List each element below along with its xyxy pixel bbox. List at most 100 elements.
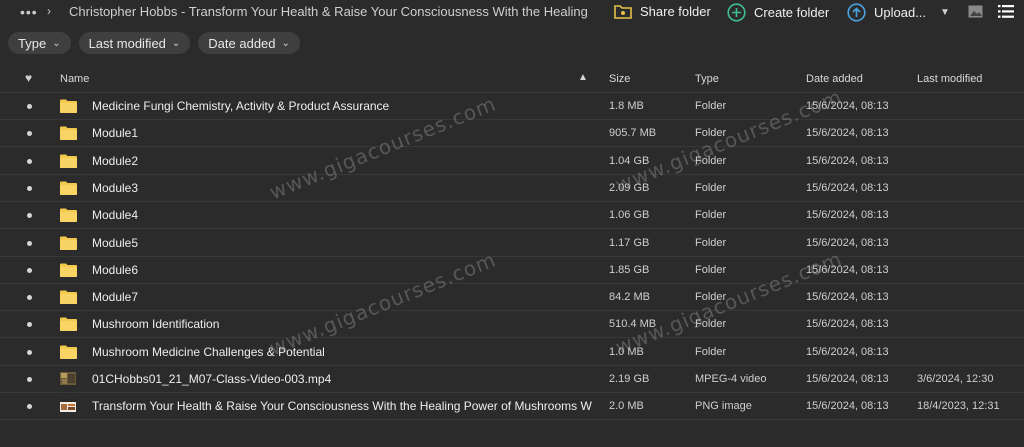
top-bar: ••• › Christopher Hobbs - Transform Your… bbox=[0, 0, 1024, 26]
file-size: 905.7 MB bbox=[609, 127, 657, 140]
file-size: 1.85 GB bbox=[609, 263, 650, 276]
column-header-date-added[interactable]: Date added bbox=[806, 73, 863, 85]
folder-icon bbox=[60, 99, 77, 116]
date-added: 15/6/2024, 08:13 bbox=[806, 318, 889, 331]
file-name[interactable]: Medicine Fungi Chemistry, Activity & Pro… bbox=[92, 99, 592, 113]
file-name[interactable]: Module2 bbox=[92, 154, 592, 168]
share-folder-button[interactable]: Share folder bbox=[614, 3, 711, 19]
folder-icon bbox=[60, 317, 77, 334]
file-size: 84.2 MB bbox=[609, 291, 650, 304]
file-size: 1.06 GB bbox=[609, 209, 650, 222]
filter-last-modified[interactable]: Last modified ⌄ bbox=[78, 32, 191, 54]
row-bullet-icon bbox=[27, 240, 32, 246]
file-size: 1.8 MB bbox=[609, 100, 644, 112]
file-size: 510.4 MB bbox=[609, 318, 657, 331]
table-row[interactable]: Mushroom Medicine Challenges & Potential… bbox=[0, 339, 1024, 366]
folder-icon bbox=[60, 263, 77, 280]
upload-icon bbox=[847, 3, 866, 22]
table-row[interactable]: Mushroom Identification 510.4 MB Folder 15/… bbox=[0, 311, 1024, 339]
file-type: Folder bbox=[695, 209, 727, 222]
row-bullet-icon bbox=[27, 322, 32, 328]
breadcrumb-current-folder[interactable]: Christopher Hobbs - Transform Your Healt… bbox=[69, 4, 589, 19]
chevron-down-icon[interactable]: ▼ bbox=[940, 7, 950, 18]
date-added: 15/6/2024, 08:13 bbox=[806, 263, 889, 276]
file-name[interactable]: 01CHobbs01_21_M07-Class-Video-003.mp4 bbox=[92, 372, 592, 386]
row-bullet-icon bbox=[27, 377, 32, 382]
file-type: Folder bbox=[695, 291, 727, 304]
file-type: Folder bbox=[695, 100, 727, 112]
row-bullet-icon bbox=[27, 295, 32, 301]
more-options-icon[interactable]: ••• bbox=[20, 4, 38, 20]
table-row[interactable]: Module7 84.2 MB Folder 15/6/2024, 08:13 bbox=[0, 284, 1024, 312]
file-name[interactable]: Module1 bbox=[92, 126, 592, 140]
column-header-last-modified[interactable]: Last modified bbox=[917, 73, 982, 85]
file-type: Folder bbox=[695, 345, 727, 358]
filter-bar: Type ⌄ Last modified ⌄ Date added ⌄ bbox=[8, 32, 300, 54]
file-name[interactable]: Module3 bbox=[92, 181, 592, 195]
image-thumbnail-icon bbox=[60, 399, 76, 415]
table-row[interactable]: Module6 1.85 GB Folder 15/6/2024, 08:13 bbox=[0, 257, 1024, 284]
file-size: 2.19 GB bbox=[609, 373, 650, 385]
column-header-size[interactable]: Size bbox=[609, 73, 630, 85]
plus-circle-icon bbox=[727, 3, 746, 22]
date-added: 15/6/2024, 08:13 bbox=[806, 291, 889, 304]
filter-type-label: Type bbox=[18, 35, 47, 51]
table-row[interactable]: Module5 1.17 GB Folder 15/6/2024, 08:13 bbox=[0, 230, 1024, 257]
favorite-heart-icon[interactable]: ♥ bbox=[25, 71, 32, 85]
date-added: 15/6/2024, 08:13 bbox=[806, 209, 889, 222]
filter-date-added[interactable]: Date added ⌄ bbox=[198, 32, 300, 54]
date-added: 15/6/2024, 08:13 bbox=[806, 127, 889, 140]
table-row[interactable]: Module1 905.7 MB Folder 15/6/2024, 08:13 bbox=[0, 120, 1024, 148]
table-row[interactable]: Medicine Fungi Chemistry, Activity & Pro… bbox=[0, 93, 1024, 120]
file-name[interactable]: Transform Your Health & Raise Your Consc… bbox=[92, 399, 592, 413]
table-row[interactable]: Transform Your Health & Raise Your Consc… bbox=[0, 393, 1024, 421]
upload-button[interactable]: Upload... ▼ bbox=[847, 3, 950, 22]
folder-icon bbox=[60, 126, 77, 143]
filter-type[interactable]: Type ⌄ bbox=[8, 32, 71, 54]
row-bullet-icon bbox=[27, 185, 32, 191]
file-type: Folder bbox=[695, 318, 727, 331]
date-added: 15/6/2024, 08:13 bbox=[806, 400, 889, 413]
thumbnail-view-button[interactable] bbox=[968, 5, 991, 18]
breadcrumb-separator-icon: › bbox=[47, 4, 51, 18]
sort-ascending-icon[interactable]: ▲ bbox=[578, 72, 588, 83]
file-name[interactable]: Module6 bbox=[92, 263, 592, 277]
table-row[interactable]: Module3 2.09 GB Folder 15/6/2024, 08:13 bbox=[0, 175, 1024, 202]
share-folder-label: Share folder bbox=[640, 3, 711, 19]
column-header-name[interactable]: Name bbox=[60, 73, 89, 85]
list-view-button[interactable] bbox=[998, 5, 1022, 18]
create-folder-button[interactable]: Create folder bbox=[727, 3, 829, 22]
chevron-down-icon: ⌄ bbox=[281, 37, 290, 49]
last-modified: 3/6/2024, 12:30 bbox=[917, 373, 994, 385]
file-name[interactable]: Module4 bbox=[92, 208, 592, 222]
file-name[interactable]: Module7 bbox=[92, 290, 592, 304]
file-type: Folder bbox=[695, 127, 727, 140]
file-name[interactable]: Module5 bbox=[92, 236, 592, 250]
file-type: MPEG-4 video bbox=[695, 373, 767, 385]
file-size: 2.09 GB bbox=[609, 181, 650, 194]
row-bullet-icon bbox=[27, 213, 32, 219]
date-added: 15/6/2024, 08:13 bbox=[806, 154, 889, 167]
filter-date-added-label: Date added bbox=[208, 35, 276, 51]
create-folder-label: Create folder bbox=[754, 5, 830, 20]
date-added: 15/6/2024, 08:13 bbox=[806, 181, 889, 194]
file-name[interactable]: Mushroom Identification bbox=[92, 317, 592, 331]
file-name[interactable]: Mushroom Medicine Challenges & Potential bbox=[92, 345, 592, 359]
file-type: Folder bbox=[695, 181, 727, 194]
table-row[interactable]: Module2 1.04 GB Folder 15/6/2024, 08:13 bbox=[0, 148, 1024, 175]
date-added: 15/6/2024, 08:13 bbox=[806, 345, 889, 358]
table-row[interactable]: Module4 1.06 GB Folder 15/6/2024, 08:13 bbox=[0, 202, 1024, 230]
share-folder-icon bbox=[614, 5, 632, 19]
row-bullet-icon bbox=[27, 404, 32, 410]
last-modified: 18/4/2023, 12:31 bbox=[917, 400, 1000, 413]
table-row[interactable]: 01CHobbs01_21_M07-Class-Video-003.mp4 2.1… bbox=[0, 366, 1024, 393]
chevron-down-icon: ⌄ bbox=[52, 37, 61, 49]
date-added: 15/6/2024, 08:13 bbox=[806, 100, 889, 112]
column-header-type[interactable]: Type bbox=[695, 73, 719, 85]
video-thumbnail-icon bbox=[60, 372, 76, 388]
date-added: 15/6/2024, 08:13 bbox=[806, 236, 889, 249]
row-bullet-icon bbox=[27, 158, 32, 164]
file-size: 1.17 GB bbox=[609, 236, 650, 249]
file-type: PNG image bbox=[695, 400, 752, 413]
filter-last-modified-label: Last modified bbox=[88, 35, 166, 51]
